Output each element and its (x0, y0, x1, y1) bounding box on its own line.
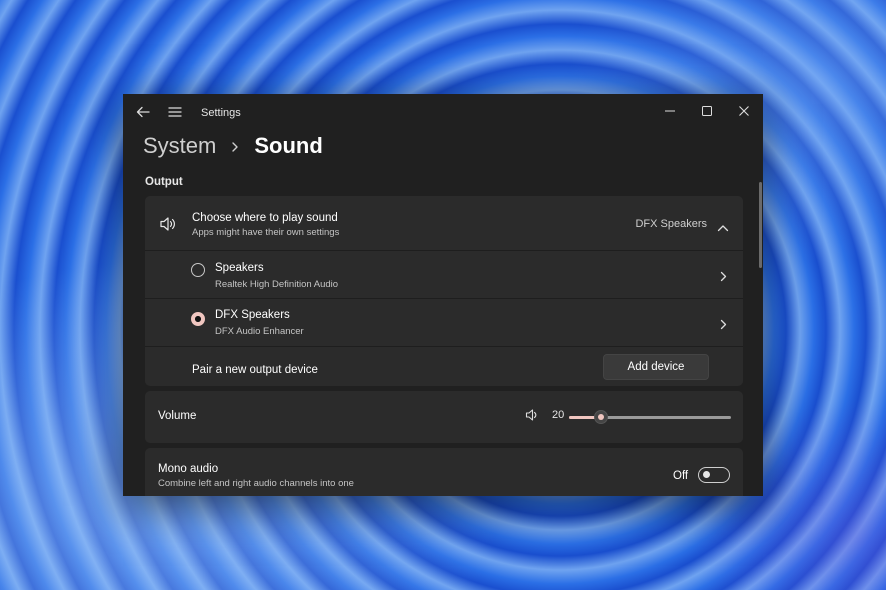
output-card: Choose where to play sound Apps might ha… (145, 196, 743, 386)
volume-icon[interactable] (525, 408, 539, 422)
mono-audio-subtitle: Combine left and right audio channels in… (158, 478, 354, 489)
hamburger-menu-icon[interactable] (167, 104, 183, 120)
volume-slider[interactable] (569, 407, 731, 427)
chevron-right-icon[interactable] (720, 269, 727, 282)
mono-audio-state: Off (673, 470, 689, 482)
settings-window: Settings System Sound Output Choose wher… (123, 94, 763, 496)
slider-thumb[interactable] (594, 410, 608, 424)
back-arrow-icon[interactable] (135, 104, 151, 120)
device-description: DFX Audio Enhancer (215, 326, 304, 337)
device-description: Realtek High Definition Audio (215, 279, 339, 290)
chevron-right-icon (230, 140, 240, 152)
device-name: Speakers (215, 262, 264, 274)
choose-output-subtitle: Apps might have their own settings (192, 227, 340, 238)
breadcrumb-system[interactable]: System (143, 133, 216, 159)
mono-audio-card: Mono audio Combine left and right audio … (145, 448, 743, 496)
radio-speakers[interactable] (191, 263, 205, 277)
page-title: Sound (254, 133, 323, 158)
chevron-right-icon[interactable] (720, 317, 727, 330)
choose-output-header[interactable]: Choose where to play sound Apps might ha… (145, 196, 743, 250)
scrollbar[interactable] (759, 182, 762, 268)
chevron-up-icon[interactable] (717, 219, 729, 232)
minimize-button[interactable] (656, 99, 684, 121)
speaker-icon (159, 216, 177, 232)
choose-output-title: Choose where to play sound (192, 212, 338, 224)
mono-audio-title: Mono audio (158, 463, 219, 475)
breadcrumb: System Sound (143, 130, 323, 162)
window-title: Settings (201, 107, 241, 119)
selected-output-value: DFX Speakers (635, 218, 707, 230)
volume-card: Volume 20 (145, 391, 743, 443)
close-button[interactable] (730, 99, 758, 121)
output-device-dfx-speakers[interactable]: DFX Speakers DFX Audio Enhancer (145, 299, 743, 346)
output-section-label: Output (145, 176, 183, 188)
maximize-button[interactable] (693, 99, 721, 121)
toggle-knob (703, 471, 710, 478)
radio-dfx-speakers[interactable] (191, 312, 205, 326)
title-bar: Settings (123, 94, 763, 132)
volume-label: Volume (158, 410, 197, 422)
device-name: DFX Speakers (215, 309, 290, 321)
volume-value: 20 (552, 409, 565, 421)
pair-output-label: Pair a new output device (192, 364, 318, 376)
pair-output-row: Pair a new output device Add device (145, 347, 743, 386)
mono-audio-toggle[interactable] (698, 467, 730, 483)
add-device-button[interactable]: Add device (603, 354, 709, 380)
output-device-speakers[interactable]: Speakers Realtek High Definition Audio (145, 251, 743, 298)
